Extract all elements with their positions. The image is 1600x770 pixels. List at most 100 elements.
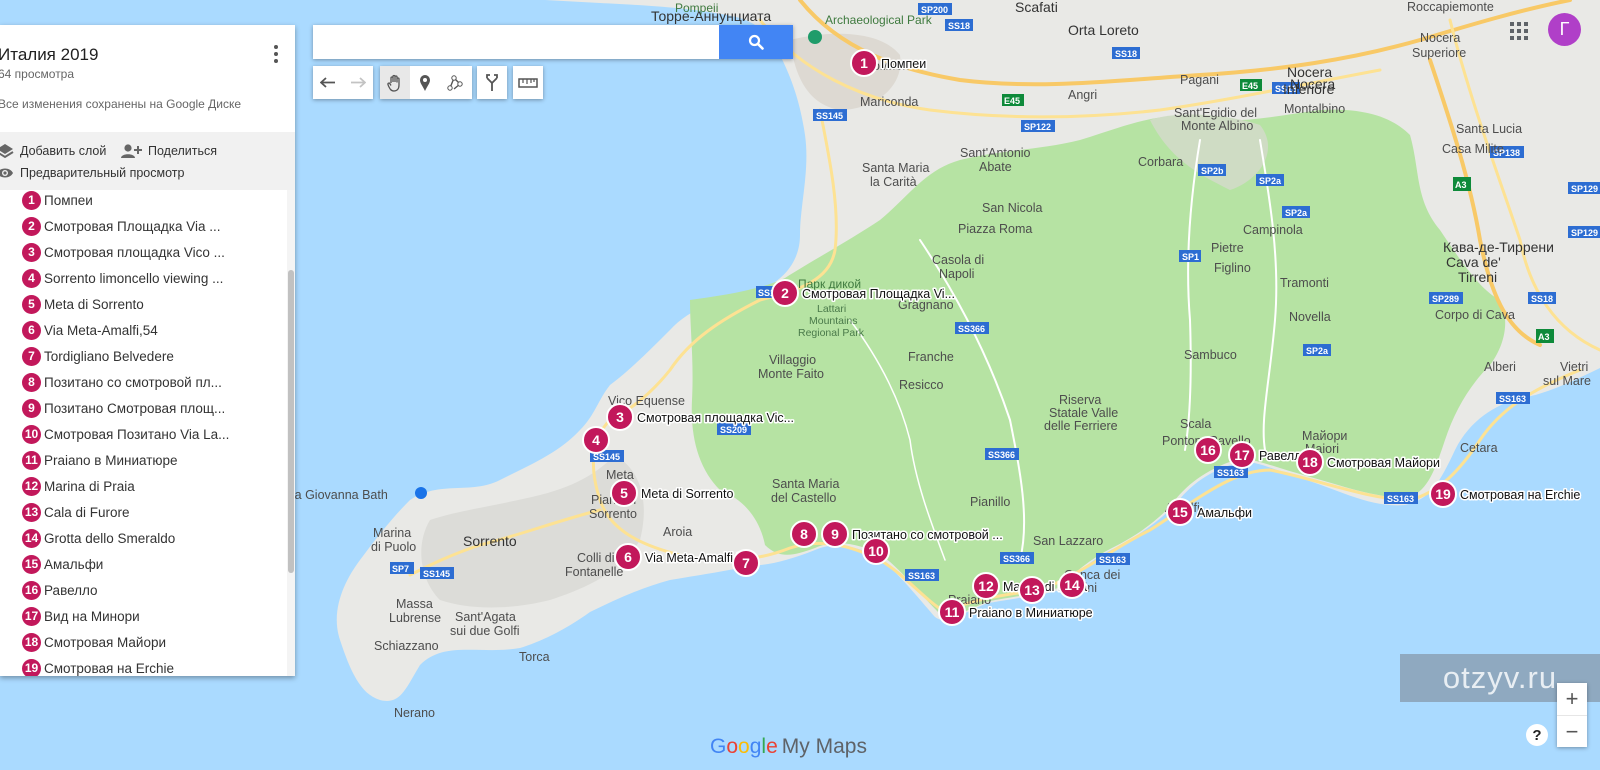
- svg-text:Torca: Torca: [519, 650, 550, 664]
- add-directions-button[interactable]: [477, 66, 507, 99]
- svg-text:SS18: SS18: [948, 21, 970, 31]
- list-item[interactable]: 19 Смотровая на Erchie: [22, 657, 174, 676]
- list-item[interactable]: 13 Cala di Furore: [22, 501, 130, 523]
- measure-button[interactable]: [513, 66, 543, 99]
- list-item[interactable]: 12 Marina di Praia: [22, 475, 135, 497]
- marker-number-badge: 5: [22, 294, 41, 314]
- layers-icon: [0, 144, 14, 159]
- map-marker[interactable]: 14: [1058, 571, 1086, 599]
- draw-line-button[interactable]: [440, 66, 470, 99]
- svg-text:SS145: SS145: [423, 569, 450, 579]
- map-marker[interactable]: 7: [732, 549, 760, 577]
- svg-text:Scala: Scala: [1180, 417, 1211, 431]
- map-marker[interactable]: 4: [582, 426, 610, 454]
- svg-text:Corpo di Cava: Corpo di Cava: [1435, 308, 1515, 322]
- svg-text:SP1: SP1: [1182, 252, 1199, 262]
- apps-grid-icon[interactable]: [1508, 20, 1530, 42]
- list-item[interactable]: 7 Tordigliano Belvedere: [22, 345, 174, 367]
- svg-text:SP2a: SP2a: [1285, 208, 1308, 218]
- svg-text:SS163: SS163: [1387, 494, 1414, 504]
- map-marker[interactable]: 13: [1018, 576, 1046, 604]
- svg-text:Statale Valle: Statale Valle: [1049, 406, 1118, 420]
- map-title[interactable]: Италия 2019: [0, 45, 98, 65]
- marker-label: Praiano в Миниатюре: [969, 606, 1093, 620]
- svg-text:Regional Park: Regional Park: [798, 327, 865, 339]
- svg-text:Figlino: Figlino: [1214, 261, 1251, 275]
- list-item-label: Помпеи: [44, 192, 93, 208]
- svg-text:Napoli: Napoli: [939, 267, 974, 281]
- list-item-label: Смотровая Майори: [44, 634, 167, 650]
- avatar[interactable]: Г: [1548, 13, 1581, 46]
- add-person-icon: [121, 144, 142, 158]
- marker-number: 6: [624, 549, 632, 565]
- more-options-icon[interactable]: [270, 43, 282, 65]
- list-item[interactable]: 9 Позитано Смотровая площ...: [22, 397, 225, 419]
- svg-text:Майори: Майори: [1302, 429, 1347, 443]
- svg-text:Кава-де-Тиррени: Кава-де-Тиррени: [1443, 239, 1554, 255]
- list-item[interactable]: 8 Позитано со смотровой пл...: [22, 371, 222, 393]
- map-marker[interactable]: 16: [1194, 436, 1222, 464]
- list-item[interactable]: 1 Помпеи: [22, 190, 93, 211]
- svg-text:E45: E45: [1004, 96, 1020, 106]
- svg-text:Piazza Roma: Piazza Roma: [958, 222, 1032, 236]
- help-button[interactable]: ?: [1526, 724, 1548, 746]
- svg-text:Cava de': Cava de': [1446, 254, 1501, 270]
- add-marker-button[interactable]: [410, 66, 440, 99]
- zoom-out-button[interactable]: −: [1557, 715, 1587, 747]
- svg-text:Fontanelle: Fontanelle: [565, 565, 623, 579]
- svg-text:SS163: SS163: [1099, 555, 1126, 565]
- search-icon: [748, 34, 764, 50]
- marker-number: 11: [945, 604, 960, 620]
- svg-text:Santa Lucia: Santa Lucia: [1456, 122, 1522, 136]
- list-item[interactable]: 17 Вид на Минори: [22, 605, 140, 627]
- share-button[interactable]: Поделиться: [120, 143, 217, 159]
- list-item[interactable]: 14 Grotta dello Smeraldo: [22, 527, 175, 549]
- list-item[interactable]: 11 Praiano в Миниатюре: [22, 449, 178, 471]
- preview-button[interactable]: Предварительный просмотр: [0, 166, 184, 180]
- marker-label: Смотровая Майори: [1327, 456, 1440, 470]
- list-item-label: Равелло: [44, 582, 98, 598]
- list-item[interactable]: 10 Смотровая Позитано Via La...: [22, 423, 229, 445]
- svg-text:SS18: SS18: [1531, 294, 1553, 304]
- scrollbar-thumb[interactable]: [288, 270, 294, 573]
- list-item[interactable]: 6 Via Meta-Amalfi,54: [22, 319, 158, 341]
- marker-number-badge: 18: [22, 632, 41, 652]
- zoom-in-button[interactable]: +: [1557, 683, 1587, 715]
- svg-text:Villaggio: Villaggio: [769, 353, 816, 367]
- svg-text:Nerano: Nerano: [394, 706, 435, 720]
- marker-number: 14: [1064, 577, 1080, 593]
- add-layer-button[interactable]: Добавить слой: [0, 143, 106, 159]
- marker-label: Meta di Sorrento: [641, 487, 733, 501]
- svg-text:SS366: SS366: [988, 450, 1015, 460]
- list-item[interactable]: 18 Смотровая Майори: [22, 631, 166, 653]
- svg-text:SP7: SP7: [392, 564, 409, 574]
- svg-text:Nocera: Nocera: [1287, 64, 1332, 80]
- list-item-label: Cala di Furore: [44, 504, 130, 520]
- search-button[interactable]: [719, 25, 793, 59]
- list-item-label: Позитано Смотровая площ...: [44, 400, 226, 416]
- marker-number: 7: [742, 555, 750, 571]
- list-item-label: Смотровая Позитано Via La...: [44, 426, 230, 442]
- marker-number-badge: 11: [22, 450, 41, 470]
- undo-button[interactable]: [313, 66, 343, 99]
- list-item[interactable]: 15 Амальфи: [22, 553, 103, 575]
- map-marker[interactable]: 10: [862, 537, 890, 565]
- list-item[interactable]: 2 Смотровая Площадка Via ...: [22, 215, 221, 237]
- list-item[interactable]: 16 Равелло: [22, 579, 98, 601]
- scrollbar[interactable]: [287, 190, 295, 676]
- pan-tool-button[interactable]: [380, 66, 410, 99]
- marker-number-badge: 9: [22, 398, 41, 418]
- map-marker[interactable]: 8: [790, 520, 818, 548]
- svg-text:Angri: Angri: [1068, 88, 1097, 102]
- list-item[interactable]: 4 Sorrento limoncello viewing ...: [22, 267, 223, 289]
- svg-text:Lubrense: Lubrense: [389, 611, 441, 625]
- search-input[interactable]: [313, 25, 719, 59]
- svg-text:Scafati: Scafati: [1015, 0, 1058, 15]
- svg-text:di Puolo: di Puolo: [371, 540, 416, 554]
- list-item[interactable]: 3 Смотровая площадка Vico ...: [22, 241, 225, 263]
- svg-text:SS163: SS163: [1217, 468, 1244, 478]
- poi-pin[interactable]: [415, 487, 427, 499]
- list-item[interactable]: 5 Meta di Sorrento: [22, 293, 144, 315]
- redo-button[interactable]: [343, 66, 373, 99]
- list-item-label: Позитано со смотровой пл...: [44, 374, 222, 390]
